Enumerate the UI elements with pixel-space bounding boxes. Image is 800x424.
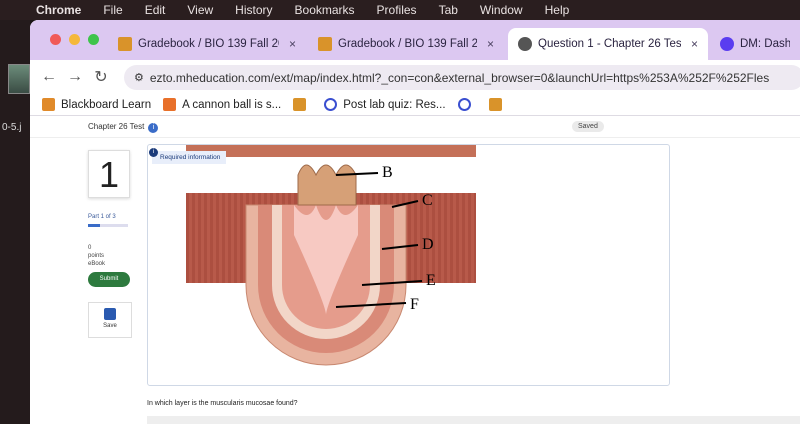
tab-title: Question 1 - Chapter 26 Test -: [538, 38, 681, 50]
browser-window: Gradebook / BIO 139 Fall 2022 × Gradeboo…: [30, 20, 800, 424]
bookmark-label: A cannon ball is s...: [182, 98, 282, 111]
save-icon: [104, 308, 116, 320]
save-button[interactable]: Save: [88, 302, 132, 338]
tab-gradebook-2[interactable]: Gradebook / BIO 139 Fall 2022 ×: [308, 28, 504, 60]
desktop: 0-5.j: [0, 20, 30, 424]
desktop-file-thumbnail[interactable]: [8, 64, 30, 94]
label-f: F: [410, 296, 419, 313]
bookmark-6[interactable]: [488, 98, 508, 111]
bookmark-label: Blackboard Learn: [61, 98, 152, 111]
menu-edit[interactable]: Edit: [145, 3, 166, 17]
part-progress-label: Part 1 of 3: [88, 214, 116, 220]
forward-icon[interactable]: →: [62, 68, 88, 86]
answer-area[interactable]: [147, 416, 800, 424]
dashboard-favicon-icon: [720, 37, 734, 51]
tab-gradebook-1[interactable]: Gradebook / BIO 139 Fall 2022 ×: [108, 28, 306, 60]
close-window-icon[interactable]: [50, 34, 61, 45]
points-label: points: [88, 253, 105, 259]
part-progress-bar: [88, 224, 128, 227]
address-bar[interactable]: ⚙ ezto.mheducation.com/ext/map/index.htm…: [124, 65, 800, 90]
desktop-file-label[interactable]: 0-5.j: [2, 122, 21, 133]
bookmark-favicon-icon: [488, 98, 502, 111]
close-tab-icon[interactable]: ×: [289, 37, 296, 51]
bookmark-cannon-ball[interactable]: A cannon ball is s...: [163, 98, 281, 111]
mcgraw-favicon-icon: [518, 37, 532, 51]
close-tab-icon[interactable]: ×: [487, 37, 494, 51]
menu-tab[interactable]: Tab: [439, 3, 458, 17]
bookmark-label: Post lab quiz: Res...: [343, 98, 446, 111]
label-d: D: [422, 236, 434, 253]
test-header: Chapter 26 Test i Saved: [30, 116, 800, 138]
address-url[interactable]: ezto.mheducation.com/ext/map/index.html?…: [150, 71, 769, 85]
quizlet-favicon-icon: [457, 98, 471, 111]
mucosa-top-folds: [297, 164, 357, 206]
save-label: Save: [103, 323, 117, 329]
required-information-badge: i Required information: [149, 148, 227, 164]
macos-menu-bar: Chrome File Edit View History Bookmarks …: [0, 0, 800, 20]
window-controls: [50, 34, 99, 45]
test-title: Chapter 26 Test: [88, 122, 145, 131]
page-title: Chapter 26 Test i: [88, 122, 159, 133]
required-info-icon: i: [149, 148, 158, 157]
figure-container: B C D E F i Required information: [147, 144, 670, 386]
blackboard-favicon-icon: [42, 98, 55, 111]
close-tab-icon[interactable]: ×: [691, 37, 698, 51]
page-content: Chapter 26 Test i Saved 1 Part 1 of 3 0 p…: [30, 116, 800, 424]
tab-title: Gradebook / BIO 139 Fall 2022: [338, 38, 477, 50]
bookmark-favicon-icon: [293, 98, 307, 111]
digestive-wall-illustration: B C D E F: [186, 145, 476, 366]
menu-file[interactable]: File: [103, 3, 122, 17]
reload-icon[interactable]: ↻: [88, 67, 114, 87]
chegg-favicon-icon: [163, 98, 177, 111]
bookmarks-bar: Blackboard Learn A cannon ball is s... P…: [30, 94, 800, 116]
bookmark-3[interactable]: [293, 98, 312, 111]
submit-button[interactable]: Submit: [88, 272, 130, 287]
required-info-label: Required information: [160, 154, 221, 161]
bookmark-blackboard[interactable]: Blackboard Learn: [42, 98, 151, 111]
label-e: E: [426, 272, 436, 289]
minimize-window-icon[interactable]: [69, 34, 80, 45]
points-info: 0 points eBook: [88, 244, 105, 268]
menu-window[interactable]: Window: [480, 3, 523, 17]
gradebook-favicon-icon: [118, 37, 132, 51]
browser-toolbar: ← → ↻ ⚙ ezto.mheducation.com/ext/map/ind…: [30, 60, 800, 94]
tab-bar: Gradebook / BIO 139 Fall 2022 × Gradeboo…: [30, 20, 800, 60]
menu-help[interactable]: Help: [545, 3, 570, 17]
tab-title: DM: Dashboa: [740, 38, 790, 50]
menu-profiles[interactable]: Profiles: [377, 3, 417, 17]
ebook-label[interactable]: eBook: [88, 260, 105, 268]
menu-view[interactable]: View: [187, 3, 213, 17]
tab-dashboard[interactable]: DM: Dashboa: [710, 28, 800, 60]
label-c: C: [422, 192, 433, 209]
question-number-card: 1: [88, 150, 130, 198]
tab-title: Gradebook / BIO 139 Fall 2022: [138, 38, 279, 50]
saved-status[interactable]: Saved: [572, 121, 604, 132]
menu-bookmarks[interactable]: Bookmarks: [295, 3, 355, 17]
question-text: In which layer is the muscularis mucosae…: [147, 400, 298, 407]
tissue-top: [186, 145, 476, 157]
info-icon[interactable]: i: [148, 123, 159, 133]
back-icon[interactable]: ←: [36, 68, 62, 86]
zoom-window-icon[interactable]: [88, 34, 99, 45]
menu-app-name[interactable]: Chrome: [36, 3, 81, 17]
label-b: B: [382, 164, 393, 181]
tab-question-1[interactable]: Question 1 - Chapter 26 Test - ×: [508, 28, 708, 60]
quizlet-favicon-icon: [324, 98, 338, 111]
bookmark-post-lab-quiz[interactable]: Post lab quiz: Res...: [324, 98, 446, 111]
menu-history[interactable]: History: [235, 3, 272, 17]
bookmark-5[interactable]: [457, 98, 477, 111]
points-value: 0: [88, 245, 92, 251]
gradebook-favicon-icon: [318, 37, 332, 51]
site-info-icon[interactable]: ⚙: [134, 71, 144, 84]
